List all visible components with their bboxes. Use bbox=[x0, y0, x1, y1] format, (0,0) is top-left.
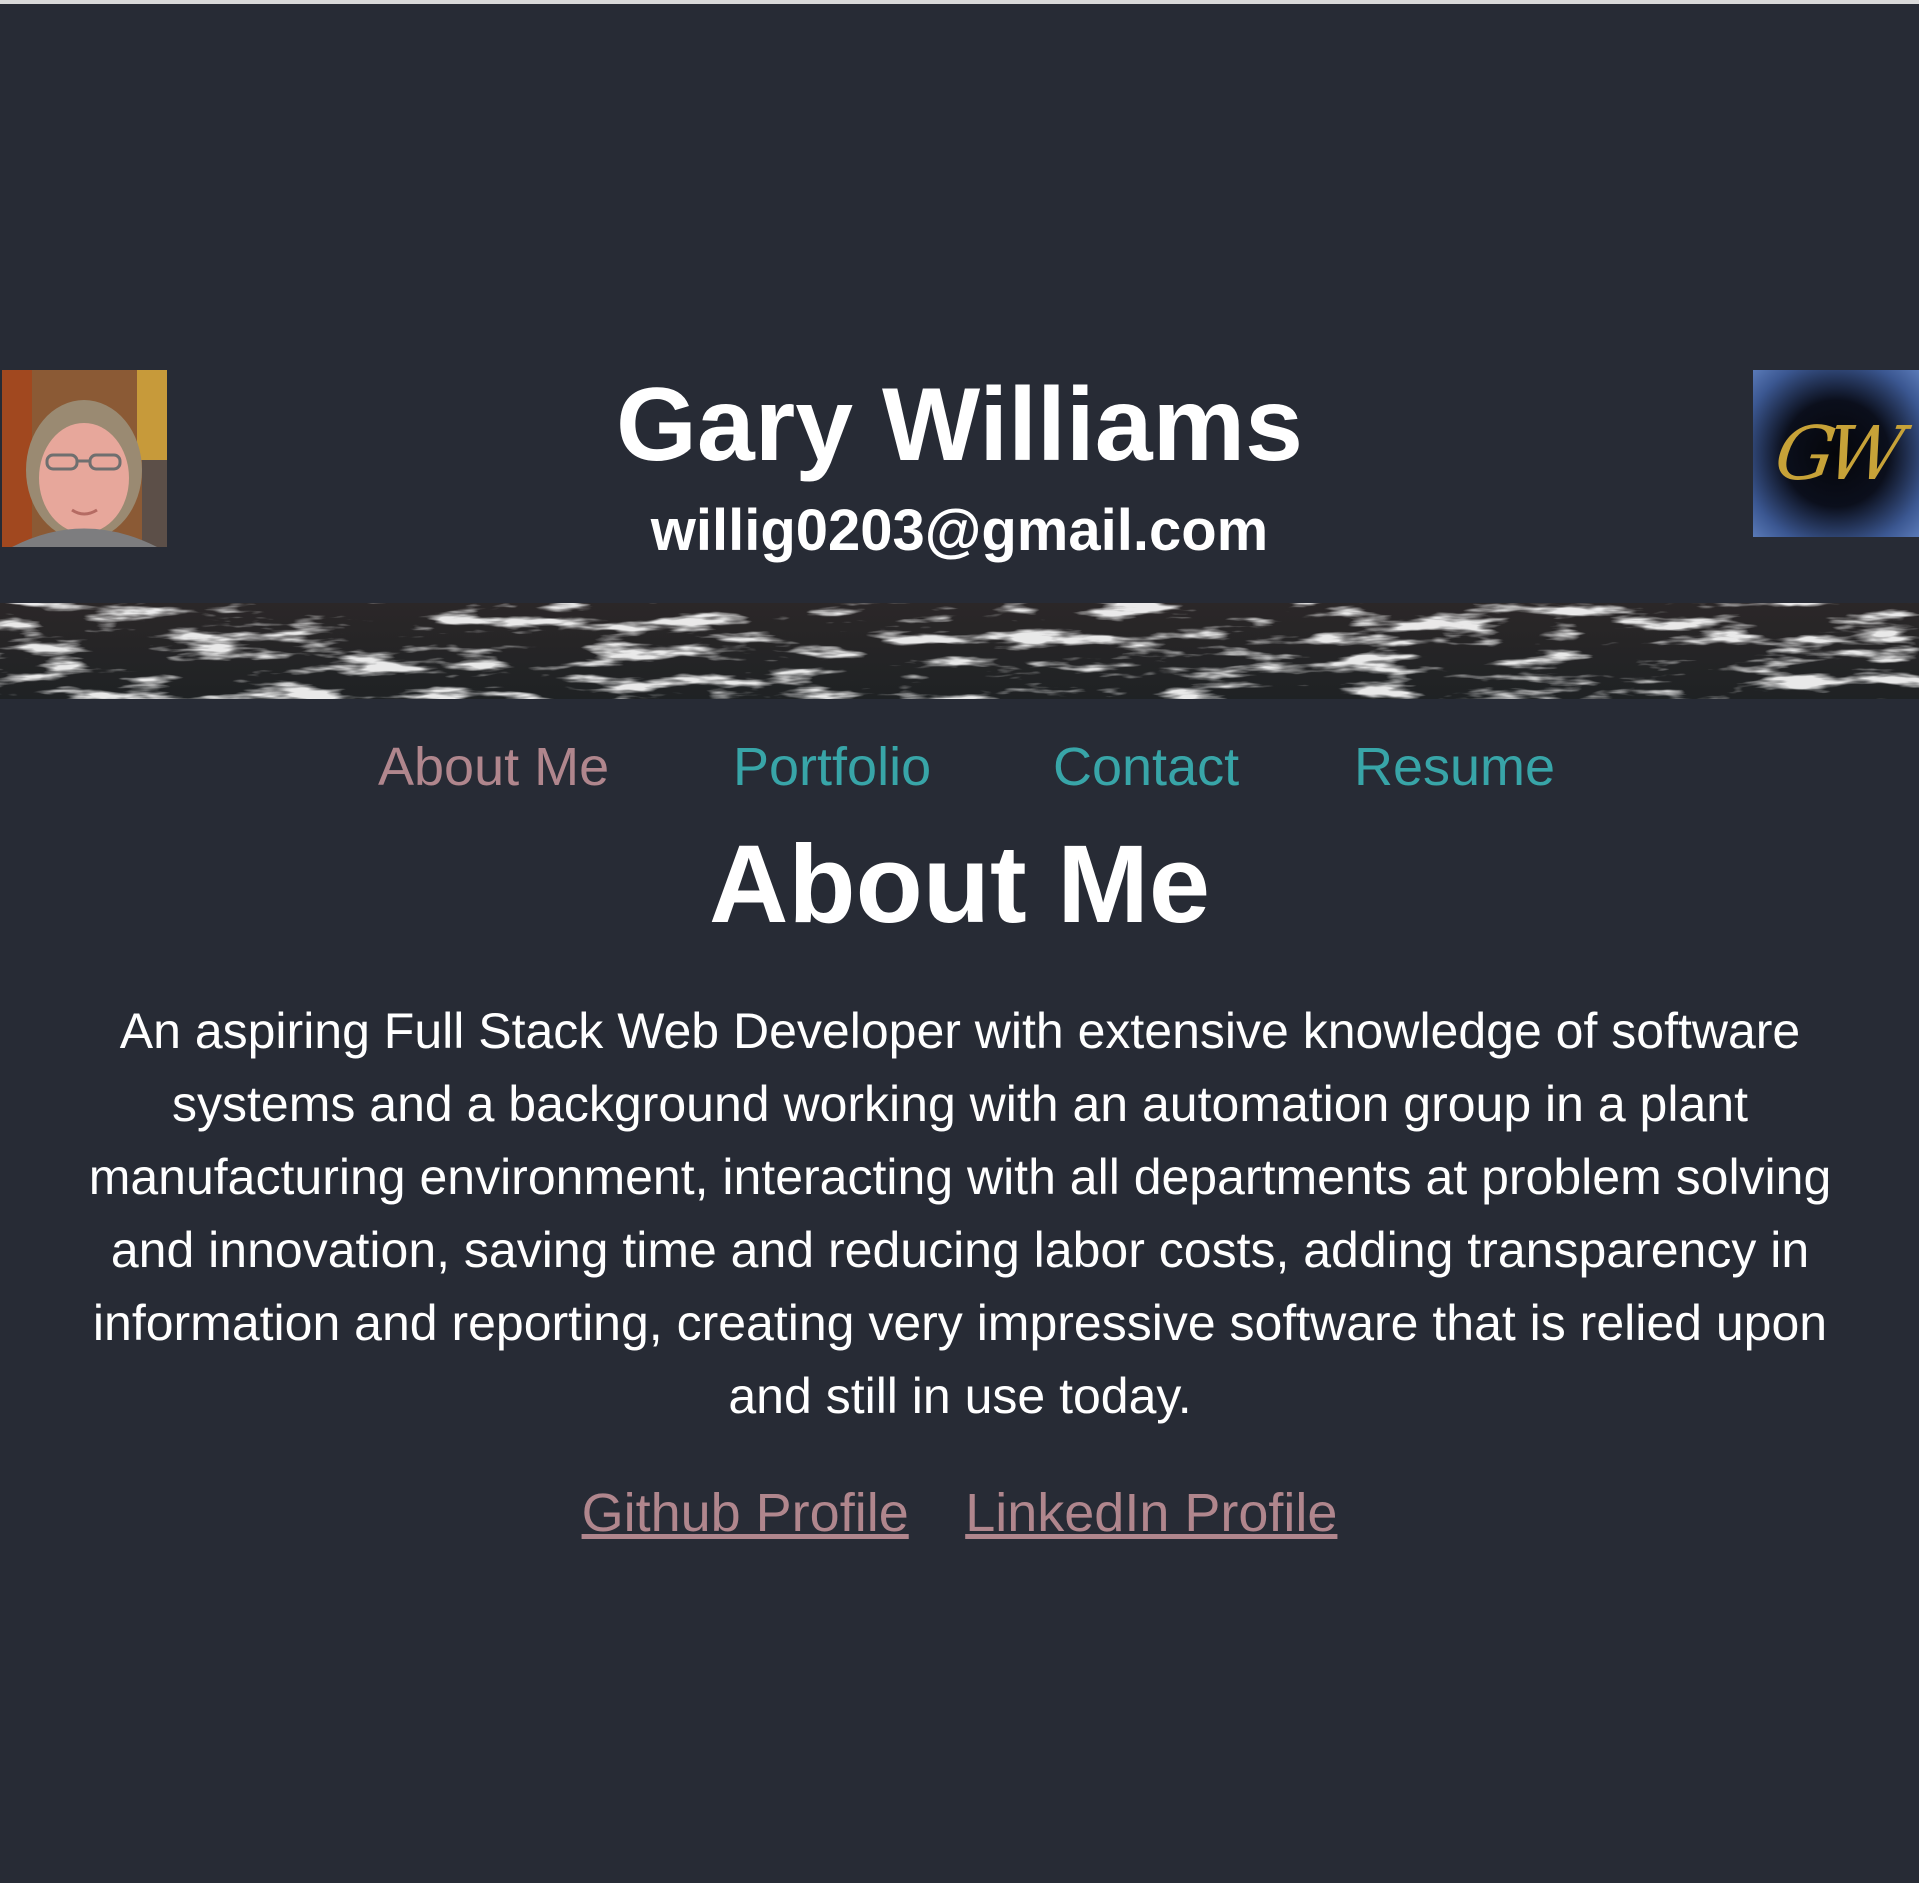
nav-item-portfolio[interactable]: Portfolio bbox=[733, 725, 931, 809]
nav-item-about-me[interactable]: About Me bbox=[378, 725, 609, 809]
nav-item-resume[interactable]: Resume bbox=[1354, 725, 1555, 809]
main-nav: About Me Portfolio Contact Resume bbox=[0, 725, 1919, 815]
github-profile-link[interactable]: Github Profile bbox=[582, 1483, 909, 1543]
site-email: willig0203@gmail.com bbox=[650, 498, 1269, 563]
bio-text: An aspiring Full Stack Web Developer wit… bbox=[88, 1003, 1832, 1424]
nav-item-contact[interactable]: Contact bbox=[1053, 725, 1239, 809]
profile-links: Github Profile LinkedIn Profile bbox=[0, 1475, 1919, 1551]
wave-banner bbox=[0, 603, 1919, 699]
site-name: Gary Williams bbox=[616, 367, 1303, 483]
gw-logo: GW bbox=[1753, 370, 1919, 537]
wave-texture bbox=[0, 603, 1919, 699]
top-border bbox=[0, 0, 1919, 4]
site-header: Gary Williams willig0203@gmail.com GW bbox=[0, 360, 1919, 600]
linkedin-profile-link[interactable]: LinkedIn Profile bbox=[965, 1483, 1337, 1543]
page-title: About Me bbox=[708, 823, 1210, 946]
logo-monogram: GW bbox=[1770, 410, 1902, 497]
